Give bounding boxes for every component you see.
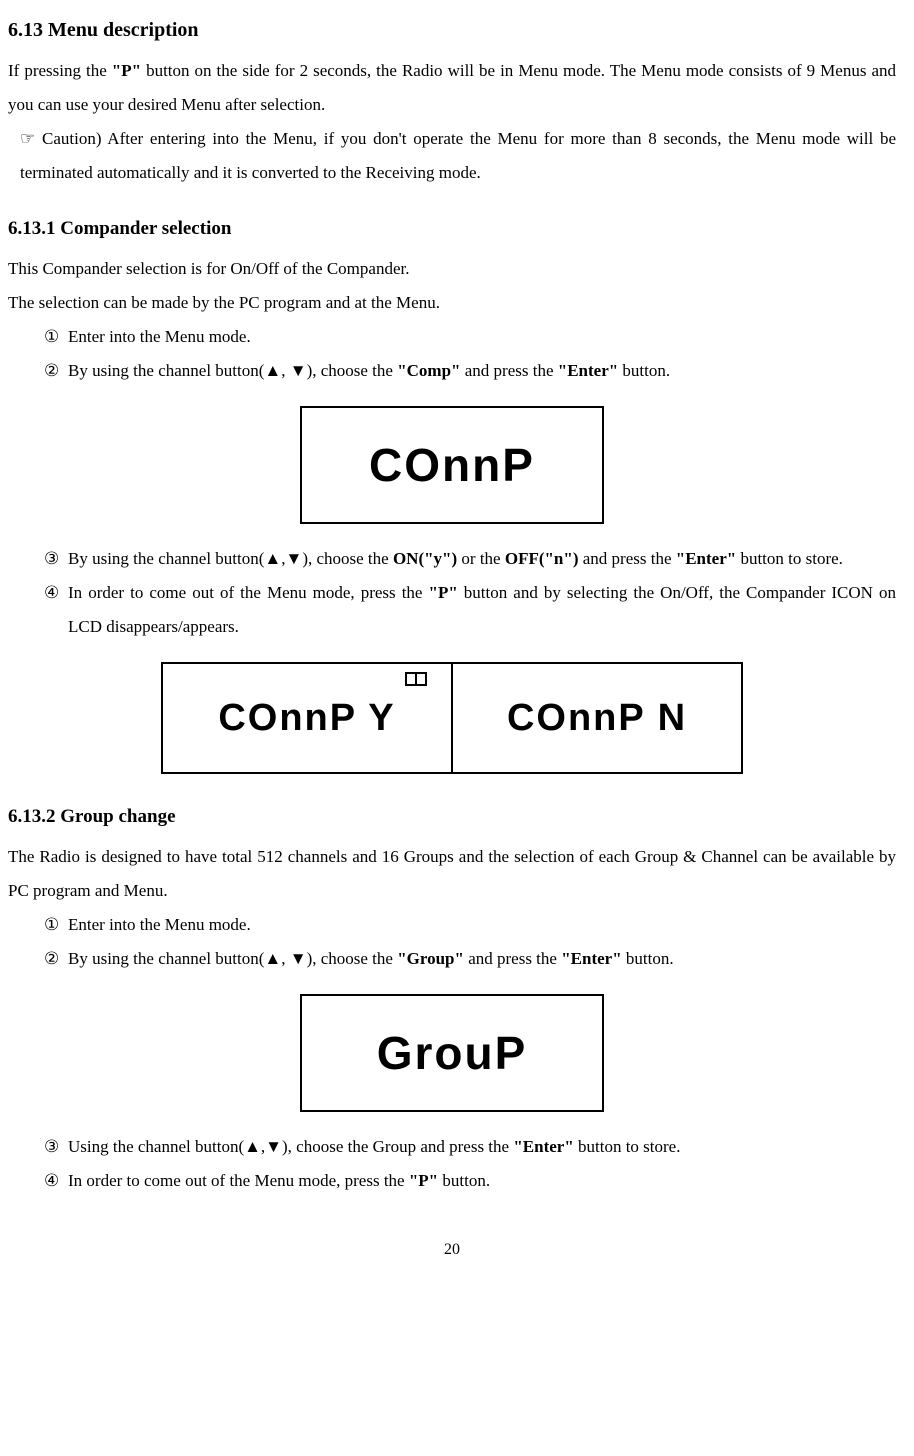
lcd-text: COnnP Y	[218, 699, 395, 737]
circled-4-icon: ④	[44, 1164, 68, 1198]
text: Using the channel button(▲,▼), choose th…	[68, 1137, 513, 1156]
enter-label: "Enter"	[513, 1137, 573, 1156]
compander-icon	[405, 672, 427, 686]
lcd-display: GrouP	[300, 994, 604, 1112]
text: In order to come out of the Menu mode, p…	[68, 1171, 409, 1190]
text: and press the	[579, 549, 676, 568]
group-label: "Group"	[397, 949, 464, 968]
lcd-display: COnnP	[300, 406, 604, 524]
list-item: ① Enter into the Menu mode.	[44, 320, 896, 354]
off-n-label: OFF("n")	[505, 549, 579, 568]
text: By using the channel button(▲, ▼), choos…	[68, 942, 896, 976]
lcd-group-figure: GrouP	[8, 994, 896, 1112]
lcd-text: GrouP	[377, 1030, 528, 1076]
text: and press the	[464, 949, 561, 968]
list-item: ③ Using the channel button(▲,▼), choose …	[44, 1130, 896, 1164]
text: By using the channel button(▲,▼), choose…	[68, 542, 896, 576]
section-6-13-1-p1: This Compander selection is for On/Off o…	[8, 252, 896, 286]
lcd-text: COnnP	[369, 442, 535, 488]
text: Using the channel button(▲,▼), choose th…	[68, 1130, 896, 1164]
list-item: ② By using the channel button(▲, ▼), cho…	[44, 354, 896, 388]
section-6-13-caution: ☞ Caution) After entering into the Menu,…	[8, 122, 896, 190]
list-item: ① Enter into the Menu mode.	[44, 908, 896, 942]
section-6-13-1-heading: 6.13.1 Compander selection	[8, 210, 896, 248]
text: or the	[457, 549, 505, 568]
circled-1-icon: ①	[44, 320, 68, 354]
circled-4-icon: ④	[44, 576, 68, 644]
circled-1-icon: ①	[44, 908, 68, 942]
lcd-display-n: COnnP N	[451, 662, 743, 774]
p-button-label: "P"	[112, 61, 141, 80]
text: By using the channel button(▲, ▼), choos…	[68, 361, 397, 380]
list-item: ④ In order to come out of the Menu mode,…	[44, 576, 896, 644]
text: In order to come out of the Menu mode, p…	[68, 1164, 896, 1198]
section-6-13-p1: If pressing the "P" button on the side f…	[8, 54, 896, 122]
text: In order to come out of the Menu mode, p…	[68, 576, 896, 644]
text: If pressing the	[8, 61, 112, 80]
section-6-13-2-heading: 6.13.2 Group change	[8, 798, 896, 836]
list-item: ② By using the channel button(▲, ▼), cho…	[44, 942, 896, 976]
p-button-label: "P"	[409, 1171, 438, 1190]
text: Enter into the Menu mode.	[68, 908, 896, 942]
section-6-13-heading: 6.13 Menu description	[8, 10, 896, 50]
lcd-text: COnnP N	[507, 699, 687, 737]
text: By using the channel button(▲,▼), choose…	[68, 549, 393, 568]
lcd-comp-figure: COnnP	[8, 406, 896, 524]
circled-3-icon: ③	[44, 542, 68, 576]
section-6-13-2-p1: The Radio is designed to have total 512 …	[8, 840, 896, 908]
text: button on the side for 2 seconds, the Ra…	[8, 61, 896, 114]
text: and press the	[460, 361, 557, 380]
circled-2-icon: ②	[44, 942, 68, 976]
text: In order to come out of the Menu mode, p…	[68, 583, 429, 602]
lcd-display-y: COnnP Y	[161, 662, 453, 774]
enter-label: "Enter"	[558, 361, 618, 380]
text: button.	[622, 949, 674, 968]
on-y-label: ON("y")	[393, 549, 457, 568]
list-item: ④ In order to come out of the Menu mode,…	[44, 1164, 896, 1198]
text: button.	[618, 361, 670, 380]
comp-label: "Comp"	[397, 361, 460, 380]
text: By using the channel button(▲, ▼), choos…	[68, 949, 397, 968]
text: button to store.	[736, 549, 843, 568]
text: By using the channel button(▲, ▼), choos…	[68, 354, 896, 388]
enter-label: "Enter"	[676, 549, 736, 568]
section-6-13-1-p2: The selection can be made by the PC prog…	[8, 286, 896, 320]
text: Enter into the Menu mode.	[68, 320, 896, 354]
p-button-label: "P"	[429, 583, 458, 602]
circled-3-icon: ③	[44, 1130, 68, 1164]
enter-label: "Enter"	[561, 949, 621, 968]
text: button to store.	[574, 1137, 681, 1156]
lcd-comp-yn-figure: COnnP Y COnnP N	[8, 662, 896, 774]
text: button.	[438, 1171, 490, 1190]
circled-2-icon: ②	[44, 354, 68, 388]
list-item: ③ By using the channel button(▲,▼), choo…	[44, 542, 896, 576]
page-number: 20	[8, 1234, 896, 1266]
